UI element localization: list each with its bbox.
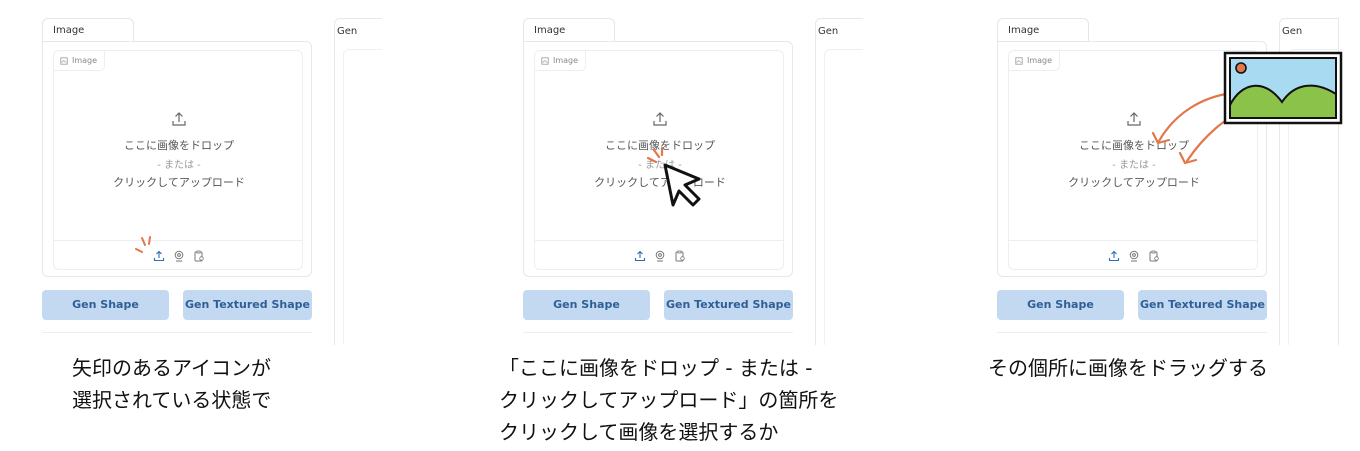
caption-1: 矢印のあるアイコンが 選択されている状態で bbox=[72, 352, 271, 416]
caption-2-line1: 「ここに画像をドロップ - または - bbox=[499, 356, 813, 380]
caption-1-line1: 矢印のあるアイコンが bbox=[72, 356, 271, 380]
gen-panel-body bbox=[343, 49, 382, 345]
webcam-icon[interactable] bbox=[173, 250, 185, 262]
webcam-icon[interactable] bbox=[654, 250, 666, 262]
upload-icon bbox=[172, 112, 186, 126]
image-icon bbox=[60, 56, 68, 65]
caption-2-line2: クリックしてアップロード」の箇所を bbox=[499, 388, 839, 412]
caption-3: その個所に画像をドラッグする bbox=[988, 352, 1268, 384]
divider bbox=[523, 332, 793, 333]
gen-textured-shape-button[interactable]: Gen Textured Shape bbox=[664, 290, 793, 320]
caption-1-line2: 選択されている状態で bbox=[72, 388, 272, 412]
image-prompt-frame: Image ここに画像をドロップ - または - クリックしてアップロード bbox=[523, 41, 793, 277]
upload-source-icon[interactable] bbox=[634, 250, 646, 262]
caption-2-line3: クリックして画像を選択するか bbox=[499, 420, 779, 444]
image-prompt-frame: Image ここに画像をドロップ - または - クリックしてアップロード bbox=[42, 41, 312, 277]
drop-text-line3: クリックしてアップロード bbox=[1068, 176, 1200, 189]
image-label: Image bbox=[54, 51, 106, 71]
caption-2: 「ここに画像をドロップ - または - クリックしてアップロード」の箇所を クリ… bbox=[499, 352, 838, 448]
image-icon bbox=[541, 56, 549, 65]
caption-3-line1: その個所に画像をドラッグする bbox=[988, 356, 1268, 380]
gen-panel: Gen bbox=[334, 18, 382, 345]
source-selector bbox=[1009, 240, 1257, 271]
gen-shape-button[interactable]: Gen Shape bbox=[42, 290, 169, 320]
tab-gen[interactable]: Gen bbox=[1282, 26, 1302, 37]
source-selector bbox=[535, 240, 783, 271]
gen-textured-shape-button[interactable]: Gen Textured Shape bbox=[1138, 290, 1267, 320]
image-icon bbox=[1015, 56, 1023, 65]
tab-image-prompt[interactable]: Image Prompt bbox=[997, 18, 1089, 60]
drop-text-line1: ここに画像をドロップ bbox=[124, 139, 234, 152]
cursor-icon bbox=[663, 163, 701, 207]
upload-icon bbox=[653, 112, 667, 126]
click-highlight-icon bbox=[135, 236, 151, 253]
gen-shape-button[interactable]: Gen Shape bbox=[997, 290, 1124, 320]
gen-textured-shape-button[interactable]: Gen Textured Shape bbox=[183, 290, 312, 320]
tab-image-prompt[interactable]: Image Prompt bbox=[523, 18, 615, 60]
source-selector bbox=[54, 236, 302, 271]
drop-text-line3: クリックしてアップロード bbox=[113, 176, 245, 189]
image-label: Image bbox=[535, 51, 587, 71]
image-label-text: Image bbox=[553, 56, 579, 65]
image-dropzone[interactable]: Image ここに画像をドロップ - または - クリックしてアップロード bbox=[53, 50, 303, 270]
drop-text-or: - または - bbox=[157, 160, 201, 171]
image-label-text: Image bbox=[1027, 56, 1053, 65]
divider bbox=[42, 332, 312, 333]
clipboard-icon[interactable] bbox=[193, 250, 205, 262]
divider bbox=[997, 332, 1267, 333]
upload-icon bbox=[1127, 112, 1141, 126]
image-label: Image bbox=[1009, 51, 1061, 71]
image-dropzone[interactable]: Image ここに画像をドロップ - または - クリックしてアップロード bbox=[534, 50, 784, 270]
picture-illustration-icon bbox=[1223, 51, 1343, 125]
gen-shape-button[interactable]: Gen Shape bbox=[523, 290, 650, 320]
tab-gen[interactable]: Gen bbox=[818, 26, 838, 37]
webcam-icon[interactable] bbox=[1128, 250, 1140, 262]
clipboard-icon[interactable] bbox=[674, 250, 686, 262]
upload-source-icon[interactable] bbox=[1108, 250, 1120, 262]
gen-panel: Gen bbox=[815, 18, 863, 345]
panel-2: Image Prompt Image ここに画像をドロップ - または - クリ… bbox=[523, 0, 863, 345]
clipboard-icon[interactable] bbox=[1148, 250, 1160, 262]
image-label-text: Image bbox=[72, 56, 98, 65]
gen-panel-body bbox=[824, 49, 863, 345]
tab-image-prompt[interactable]: Image Prompt bbox=[42, 18, 134, 60]
panel-1: Image Prompt Image ここに画像をドロップ - または - クリ… bbox=[42, 0, 382, 345]
tab-gen[interactable]: Gen bbox=[337, 26, 357, 37]
